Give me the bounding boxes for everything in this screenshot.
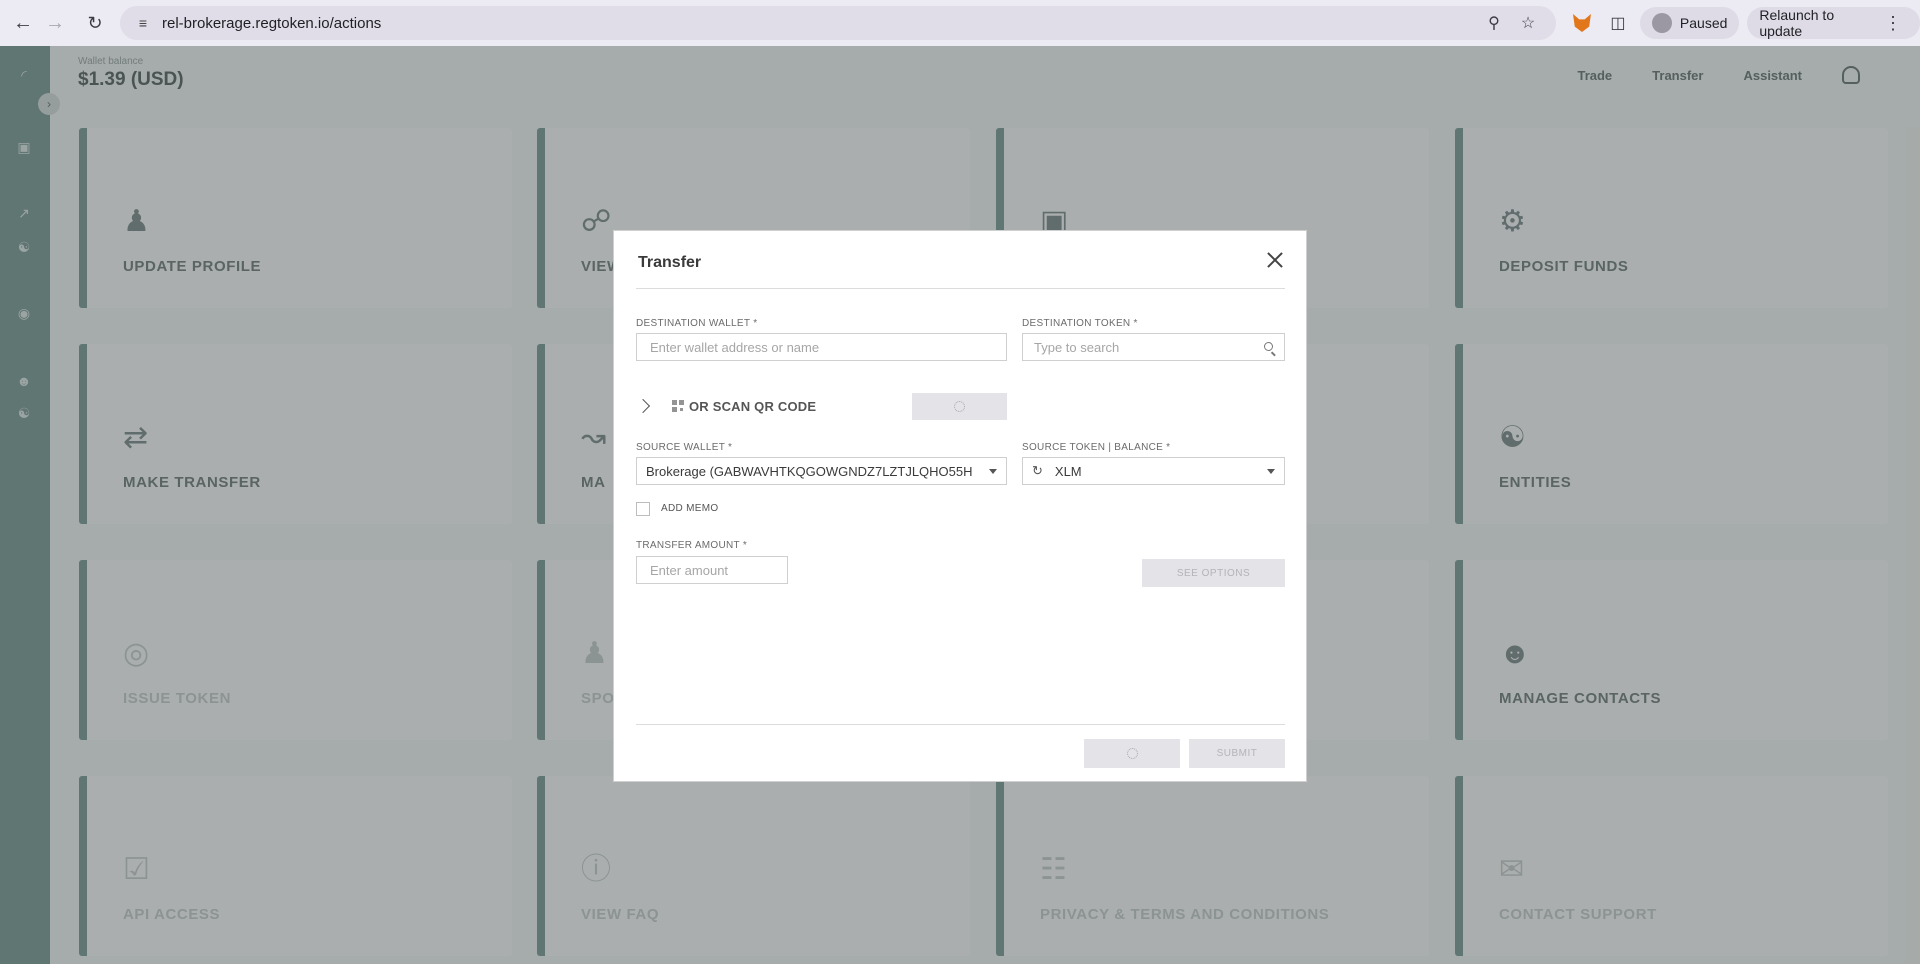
destination-wallet-input[interactable]: Enter wallet address or name: [636, 333, 1007, 361]
zoom-icon[interactable]: ⚲: [1480, 9, 1508, 37]
qr-code-icon: [672, 400, 684, 412]
loading-spinner-icon: [954, 401, 965, 412]
loading-spinner-icon: [1126, 748, 1138, 759]
add-memo-label[interactable]: ADD MEMO: [661, 503, 718, 514]
submit-button[interactable]: SUBMIT: [1189, 739, 1285, 768]
destination-token-label: DESTINATION TOKEN *: [1022, 318, 1138, 329]
destination-token-input[interactable]: Type to search: [1022, 333, 1285, 361]
url-text[interactable]: rel-brokerage.regtoken.io/actions: [162, 15, 1474, 32]
scan-qr-loading-button[interactable]: [912, 393, 1007, 420]
kebab-menu-icon[interactable]: ⋮: [1878, 13, 1908, 34]
metamask-extension-icon[interactable]: [1568, 8, 1596, 38]
search-icon: [1264, 342, 1276, 356]
transfer-amount-input[interactable]: Enter amount: [636, 556, 788, 584]
relaunch-button[interactable]: Relaunch to update ⋮: [1747, 7, 1920, 39]
destination-wallet-label: DESTINATION WALLET *: [636, 318, 758, 329]
source-token-select[interactable]: ↻ XLM: [1022, 457, 1285, 485]
close-icon[interactable]: [1266, 251, 1284, 269]
back-icon[interactable]: ←: [6, 6, 40, 40]
add-memo-checkbox[interactable]: [636, 502, 650, 516]
reload-icon[interactable]: ↻: [78, 6, 112, 40]
browser-toolbar: ← → ↻ ≡ rel-brokerage.regtoken.io/action…: [0, 0, 1920, 46]
cancel-loading-button[interactable]: [1084, 739, 1180, 768]
transfer-amount-label: TRANSFER AMOUNT *: [636, 540, 748, 551]
forward-icon[interactable]: →: [38, 6, 72, 40]
bookmark-star-icon[interactable]: ☆: [1514, 9, 1542, 37]
site-info-icon[interactable]: ≡: [134, 14, 152, 32]
modal-title: Transfer: [638, 254, 702, 271]
source-token-label: SOURCE TOKEN | BALANCE *: [1022, 442, 1171, 453]
source-wallet-label: SOURCE WALLET *: [636, 442, 733, 453]
see-options-button[interactable]: SEE OPTIONS: [1142, 559, 1285, 587]
refresh-icon[interactable]: ↻: [1032, 463, 1043, 479]
source-wallet-select[interactable]: Brokerage (GABWAVHTKQGOWGNDZ7LZTJLQHO55H: [636, 457, 1007, 485]
transfer-modal: Transfer DESTINATION WALLET * Enter wall…: [613, 230, 1307, 782]
chevron-right-icon: [635, 398, 651, 414]
caret-down-icon: [989, 468, 997, 474]
profile-button[interactable]: Paused: [1639, 7, 1740, 39]
modal-header-divider: [636, 288, 1285, 289]
extensions-puzzle-icon[interactable]: ◫: [1604, 8, 1632, 38]
profile-status: Paused: [1679, 15, 1728, 31]
address-bar[interactable]: ≡ rel-brokerage.regtoken.io/actions ⚲ ☆: [120, 6, 1556, 40]
profile-avatar-icon: [1651, 13, 1672, 33]
caret-down-icon: [1267, 468, 1275, 474]
modal-footer-divider: [636, 724, 1285, 725]
relaunch-label: Relaunch to update: [1759, 7, 1835, 39]
